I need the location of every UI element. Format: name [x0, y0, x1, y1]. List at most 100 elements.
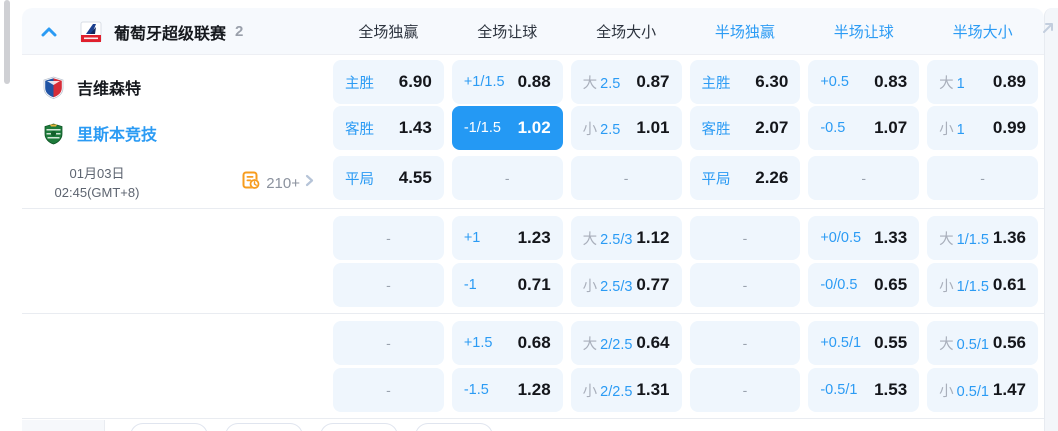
odds-value: 1.43	[398, 118, 432, 137]
odds-cell[interactable]: -1/1.5 1.02	[451, 106, 563, 150]
odds-group: - +1.5 0.68 大 2/2.5 0.64 - +0.5/1 0.55 大 0.5/1 0.56…	[333, 321, 1038, 412]
odds-label: 主胜	[345, 75, 374, 92]
home-team-badge-icon	[42, 76, 65, 99]
odds-value: 1.28	[517, 380, 551, 399]
market-header-3: 半场独赢	[714, 24, 775, 41]
odds-value: 0.61	[992, 275, 1026, 294]
odds-cell[interactable]: -0.5 1.07	[808, 106, 920, 150]
odds-cell-empty: -	[451, 156, 563, 200]
match-info-column: 吉维森特 里斯本竞技 01月03日 02:45(GMT+8) 210+	[22, 60, 330, 431]
odds-value: 2.07	[755, 118, 789, 137]
odds-cell[interactable]: 小 2/2.5 1.31	[570, 368, 682, 412]
odds-cell[interactable]: 小 1 0.99	[927, 106, 1038, 150]
league-match-card: 葡萄牙超级联赛 2 全场独赢 全场让球 全场大小 半场独赢 半场让球 半场大小	[22, 8, 1044, 431]
odds-cell[interactable]: 平局 4.55	[333, 156, 444, 200]
dash: -	[742, 382, 748, 398]
odds-cell[interactable]: 主胜 6.30	[689, 60, 801, 104]
odds-label: -0.5	[820, 120, 846, 136]
dash: -	[386, 335, 391, 351]
odds-row: - -1.5 1.28 小 2/2.5 1.31 - -0.5/1 1.53 小 0.5/1 1.47	[333, 368, 1038, 412]
markets-count-label: 210+	[266, 174, 300, 192]
market-header-0: 全场独赢	[358, 24, 419, 41]
odds-label: 客胜	[701, 121, 731, 138]
odds-label: 小 2.5/3	[582, 278, 633, 295]
pill-button[interactable]	[225, 423, 303, 431]
odds-value: 1.33	[874, 228, 908, 247]
pill-button[interactable]	[320, 423, 398, 431]
odds-cell[interactable]: +1/1.5 0.88	[451, 60, 563, 104]
odds-row: 主胜 6.90 +1/1.5 0.88 大 2.5 0.87 主胜 6.30 +0.5 0.83 大 1…	[333, 60, 1038, 104]
league-cluster: 葡萄牙超级联赛 2	[22, 8, 243, 55]
odds-value: 0.99	[992, 118, 1026, 137]
odds-label: 主胜	[701, 75, 731, 92]
odds-cell[interactable]: +0.5/1 0.55	[808, 321, 920, 365]
odds-label: 平局	[701, 171, 731, 188]
odds-value: 0.56	[992, 333, 1026, 352]
odds-cell[interactable]: -1.5 1.28	[451, 368, 563, 412]
odds-value: 1.36	[992, 228, 1026, 247]
home-team-row[interactable]: 吉维森特	[22, 65, 330, 109]
odds-cell[interactable]: 大 1/1.5 1.36	[927, 216, 1038, 260]
odds-cell[interactable]: 平局 2.26	[689, 156, 801, 200]
odds-cell-empty: -	[333, 216, 444, 260]
odds-cell[interactable]: 大 2/2.5 0.64	[570, 321, 682, 365]
market-header-4: 半场让球	[833, 24, 894, 41]
odds-value: 6.30	[755, 72, 789, 91]
next-row-label-area	[22, 420, 105, 431]
odds-row: - +1.5 0.68 大 2/2.5 0.64 - +0.5/1 0.55 大 0.5/1 0.56	[333, 321, 1038, 365]
odds-cell[interactable]: 主胜 6.90	[333, 60, 444, 104]
odds-cell[interactable]: 小 0.5/1 1.47	[927, 368, 1038, 412]
league-header: 葡萄牙超级联赛 2 全场独赢 全场让球 全场大小 半场独赢 半场让球 半场大小	[22, 8, 1044, 55]
odds-label: 客胜	[345, 121, 374, 138]
dash: -	[623, 170, 629, 186]
odds-value: 1.23	[517, 228, 551, 247]
odds-label: 大 0.5/1	[939, 336, 989, 353]
dash: -	[386, 382, 391, 398]
odds-label: -1/1.5	[463, 120, 501, 136]
pill-button[interactable]	[415, 423, 493, 431]
away-team-row[interactable]: 里斯本竞技	[22, 111, 330, 155]
odds-cell[interactable]: 客胜 1.43	[333, 106, 444, 150]
market-header-2: 全场大小	[596, 24, 657, 41]
arrow-up-right-icon[interactable]	[1040, 20, 1056, 36]
odds-cell-empty: -	[333, 321, 444, 365]
odds-cell[interactable]: 大 0.5/1 0.56	[927, 321, 1038, 365]
odds-cell[interactable]: 小 1/1.5 0.61	[927, 263, 1038, 307]
odds-cell[interactable]: +1 1.23	[451, 216, 563, 260]
odds-value: 0.77	[636, 275, 670, 294]
odds-cell[interactable]: 客胜 2.07	[689, 106, 801, 150]
away-team-badge-icon	[42, 122, 65, 145]
odds-label: 平局	[345, 171, 374, 188]
odds-cell[interactable]: -1 0.71	[451, 263, 563, 307]
vertical-scrollbar[interactable]	[4, 0, 10, 84]
odds-cell[interactable]: -0.5/1 1.53	[808, 368, 920, 412]
odds-cell[interactable]: 小 2.5 1.01	[570, 106, 682, 150]
odds-cell-empty: -	[333, 368, 444, 412]
odds-value: 0.89	[992, 72, 1026, 91]
odds-value: 1.07	[874, 118, 908, 137]
odds-cell[interactable]: 小 2.5/3 0.77	[570, 263, 682, 307]
odds-label: 大1	[939, 75, 965, 92]
odds-cell-empty: -	[927, 156, 1038, 200]
odds-cell[interactable]: 大 2.5 0.87	[570, 60, 682, 104]
odds-cell[interactable]: +1.5 0.68	[451, 321, 563, 365]
odds-label: 小 0.5/1	[939, 383, 989, 400]
odds-cell[interactable]: 大 1 0.89	[927, 60, 1038, 104]
odds-cell[interactable]: +0.5 0.83	[808, 60, 920, 104]
more-markets-button[interactable]: 210+	[242, 161, 314, 205]
away-team-name: 里斯本竞技	[77, 127, 158, 144]
odds-value: 0.88	[517, 72, 551, 91]
odds-cell[interactable]: 大 2.5/3 1.12	[570, 216, 682, 260]
collapse-chevron-up-icon[interactable]	[36, 27, 62, 37]
dash: -	[504, 170, 510, 186]
league-match-count: 2	[235, 23, 244, 40]
odds-cell[interactable]: -0/0.5 0.65	[808, 263, 920, 307]
odds-label: 小 2/2.5	[582, 383, 633, 400]
odds-cell-empty: -	[689, 321, 801, 365]
odds-label: 小 1/1.5	[939, 278, 989, 295]
odds-cell[interactable]: +0/0.5 1.33	[808, 216, 920, 260]
odds-value: 0.55	[874, 333, 908, 352]
pill-button[interactable]	[130, 423, 208, 431]
adjacent-panel-sliver	[1044, 8, 1058, 431]
market-column-headers: 全场独赢 全场让球 全场大小 半场独赢 半场让球 半场大小	[333, 8, 1038, 55]
